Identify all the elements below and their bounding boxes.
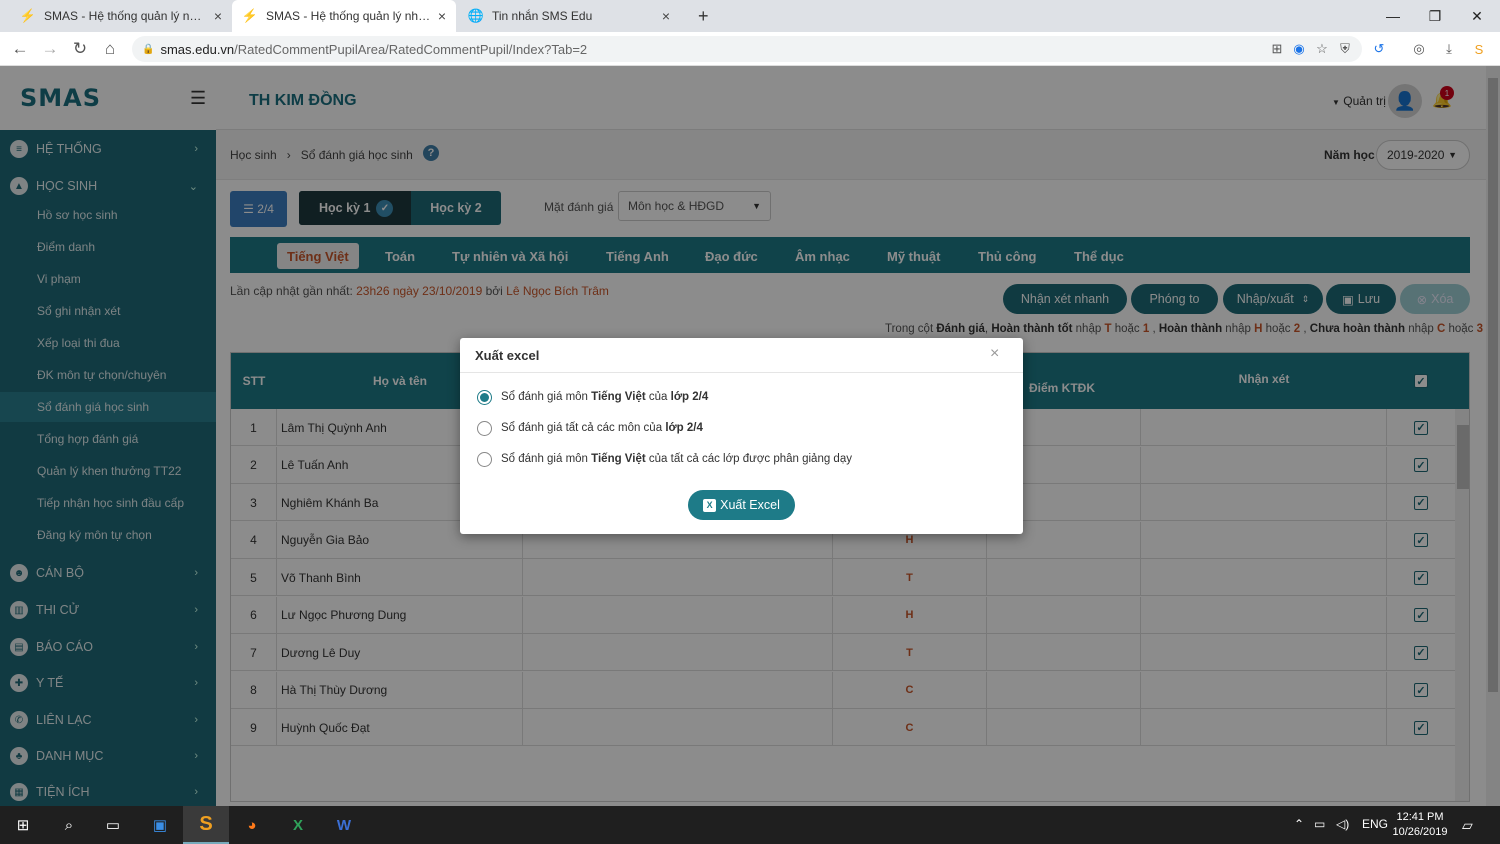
address-bar[interactable]: 🔒 smas.edu.vn/RatedCommentPupilArea/Rate… bbox=[132, 36, 1362, 62]
excel-app-icon[interactable]: X bbox=[275, 806, 321, 844]
radio-unselected[interactable] bbox=[477, 451, 492, 467]
download-icon[interactable]: ⤓ bbox=[1440, 40, 1458, 58]
word-app-icon[interactable]: W bbox=[321, 806, 367, 844]
browser-tab-bar: ⚡ SMAS - Hệ thống quản lý nhà trư × ⚡ SM… bbox=[0, 0, 1500, 32]
notification-center-icon[interactable]: ▱ bbox=[1462, 817, 1473, 834]
system-clock[interactable]: 12:41 PM 10/26/2019 bbox=[1390, 810, 1450, 840]
radio-unselected[interactable] bbox=[477, 420, 492, 436]
firefox-icon[interactable]: ◕ bbox=[229, 806, 275, 844]
shield-icon[interactable]: ⛨ bbox=[1336, 40, 1354, 58]
url-domain: smas.edu.vn bbox=[160, 41, 235, 57]
export-option-1[interactable]: Sổ đánh giá môn Tiếng Việt của lớp 2/4 bbox=[477, 388, 708, 406]
tab-title: SMAS - Hệ thống quản lý nhà trư bbox=[44, 9, 208, 23]
radio-selected[interactable] bbox=[477, 389, 492, 405]
option-text: Sổ đánh giá môn bbox=[501, 453, 588, 465]
smas-extension-icon[interactable]: S bbox=[1470, 40, 1488, 58]
close-icon[interactable]: × bbox=[990, 345, 999, 363]
option-bold: lớp 2/4 bbox=[665, 422, 703, 434]
task-view-icon[interactable]: ▭ bbox=[90, 806, 136, 844]
globe-icon: 🌐 bbox=[467, 8, 485, 23]
close-tab-icon[interactable]: × bbox=[214, 8, 222, 24]
sync-icon[interactable]: ↺ bbox=[1370, 40, 1388, 58]
option-bold: lớp 2/4 bbox=[670, 391, 709, 403]
smas-favicon-icon: ⚡ bbox=[19, 8, 37, 23]
network-icon[interactable]: ▭ bbox=[1314, 817, 1325, 831]
export-option-3[interactable]: Sổ đánh giá môn Tiếng Việt của tất cả cá… bbox=[477, 450, 852, 468]
back-icon[interactable]: ← bbox=[8, 37, 32, 61]
url-path: /RatedCommentPupilArea/RatedCommentPupil… bbox=[234, 41, 588, 57]
outlook-icon[interactable]: ▣ bbox=[137, 806, 183, 844]
browser-tab-smas-1[interactable]: ⚡ SMAS - Hệ thống quản lý nhà trư × bbox=[10, 0, 232, 32]
close-tab-icon[interactable]: × bbox=[438, 8, 446, 24]
close-window-icon[interactable]: ✕ bbox=[1454, 0, 1500, 32]
close-tab-icon[interactable]: × bbox=[662, 8, 670, 24]
profile-icon[interactable]: ◎ bbox=[1410, 40, 1428, 58]
compass-icon[interactable]: ◉ bbox=[1290, 40, 1308, 58]
export-excel-button[interactable]: X Xuất Excel bbox=[688, 490, 795, 520]
option-text: của bbox=[648, 391, 668, 403]
home-icon[interactable]: ⌂ bbox=[98, 37, 122, 61]
chevron-up-icon[interactable]: ⌃ bbox=[1294, 817, 1304, 831]
lock-icon: 🔒 bbox=[142, 43, 155, 55]
bookmark-star-icon[interactable]: ☆ bbox=[1313, 40, 1331, 58]
clock-date: 10/26/2019 bbox=[1392, 826, 1448, 838]
smas-favicon-icon: ⚡ bbox=[241, 8, 259, 23]
option-text: Sổ đánh giá môn bbox=[501, 391, 588, 403]
option-bold: Tiếng Việt bbox=[591, 391, 646, 403]
modal-title: Xuất excel bbox=[475, 348, 540, 363]
browser-tab-sms[interactable]: 🌐 Tin nhắn SMS Edu × bbox=[458, 0, 680, 32]
search-icon[interactable]: ⌕ bbox=[46, 806, 92, 844]
tab-title: Tin nhắn SMS Edu bbox=[492, 9, 593, 23]
browser-toolbar: ← → ↻ ⌂ 🔒 smas.edu.vn/RatedCommentPupilA… bbox=[0, 32, 1500, 66]
export-label: Xuất Excel bbox=[720, 498, 780, 512]
clock-time: 12:41 PM bbox=[1396, 811, 1444, 823]
export-excel-modal: Xuất excel × Sổ đánh giá môn Tiếng Việt … bbox=[460, 338, 1023, 534]
modal-header: Xuất excel × bbox=[460, 338, 1023, 373]
new-tab-button[interactable]: + bbox=[688, 0, 718, 32]
option-text: của tất cả các lớp được phân giảng dạy bbox=[648, 453, 852, 465]
minimize-icon[interactable]: — bbox=[1370, 0, 1416, 32]
input-language[interactable]: ENG bbox=[1362, 817, 1388, 831]
volume-icon[interactable]: ◁) bbox=[1336, 817, 1349, 831]
excel-icon: X bbox=[703, 498, 717, 512]
forward-icon[interactable]: → bbox=[38, 37, 62, 61]
restore-icon[interactable]: ❐ bbox=[1412, 0, 1458, 32]
windows-start-icon[interactable]: ⊞ bbox=[0, 806, 46, 844]
reload-icon[interactable]: ↻ bbox=[68, 37, 92, 61]
translate-icon[interactable]: ⊞ bbox=[1268, 40, 1286, 58]
export-option-2[interactable]: Sổ đánh giá tất cả các môn của lớp 2/4 bbox=[477, 419, 703, 437]
option-text: Sổ đánh giá tất cả các môn của bbox=[501, 422, 663, 434]
windows-taskbar: ⊞ ⌕ ▭ ▣ S ◕ X W ⌃ ▭ ◁) ENG 12:41 PM 10/2… bbox=[0, 806, 1500, 844]
smas-app-icon[interactable]: S bbox=[183, 806, 229, 844]
tab-title: SMAS - Hệ thống quản lý nhà trư bbox=[266, 9, 432, 23]
browser-tab-smas-2[interactable]: ⚡ SMAS - Hệ thống quản lý nhà trư × bbox=[232, 0, 456, 32]
option-bold: Tiếng Việt bbox=[591, 453, 646, 465]
